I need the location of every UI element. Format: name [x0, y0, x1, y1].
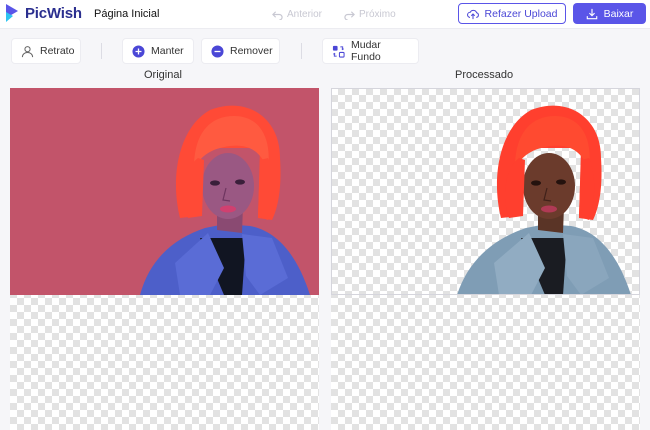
download-icon — [586, 8, 597, 19]
original-panel — [10, 88, 319, 430]
change-background-icon — [332, 45, 345, 58]
keep-label: Manter — [151, 45, 184, 57]
top-bar: PicWish Página Inicial Anterior Próximo … — [0, 0, 650, 29]
keep-button[interactable]: Manter — [122, 38, 194, 64]
plus-circle-icon — [132, 44, 145, 58]
portrait-label: Retrato — [40, 45, 75, 57]
original-image[interactable] — [10, 88, 319, 295]
change-background-label: Mudar Fundo — [351, 39, 381, 63]
undo-button[interactable]: Anterior — [272, 9, 322, 20]
minus-circle-icon — [211, 44, 224, 58]
reupload-button[interactable]: Refazer Upload — [458, 3, 566, 24]
page-gutter — [640, 88, 650, 430]
remove-button[interactable]: Remover — [201, 38, 280, 64]
redo-label: Próximo — [359, 9, 396, 20]
toolbar-divider — [101, 43, 102, 59]
brand-name: PicWish — [25, 4, 82, 22]
redo-icon — [344, 11, 355, 20]
download-label: Baixar — [603, 7, 634, 20]
user-icon — [21, 45, 34, 57]
remove-label: Remover — [230, 45, 273, 57]
processed-image-frame — [331, 88, 640, 295]
picwish-logo[interactable]: PicWish — [4, 3, 82, 23]
download-button[interactable]: Baixar — [573, 3, 646, 24]
cloud-upload-icon — [466, 9, 479, 19]
undo-label: Anterior — [287, 9, 323, 20]
undo-icon — [272, 11, 283, 20]
original-title: Original — [144, 69, 182, 81]
change-background-button[interactable]: Mudar Fundo — [322, 38, 419, 64]
portrait-photo — [140, 105, 310, 295]
home-link[interactable]: Página Inicial — [94, 8, 159, 20]
redo-button[interactable]: Próximo — [344, 9, 396, 20]
processed-panel — [331, 88, 640, 430]
processed-title: Processado — [455, 69, 514, 81]
reupload-label: Refazer Upload — [484, 7, 558, 20]
picwish-logo-icon — [6, 4, 18, 22]
portrait-button[interactable]: Retrato — [11, 38, 81, 64]
toolbar-divider — [301, 43, 302, 59]
